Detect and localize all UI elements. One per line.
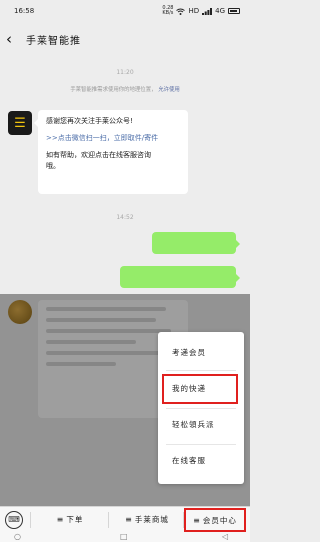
menu-item-member-center[interactable]: ≡ 会员中心	[184, 508, 246, 532]
chat-header: ‹ 手莱智能推	[0, 22, 250, 56]
welcome-line-2: 如有帮助，欢迎点击在线客服咨询	[46, 151, 151, 159]
menu-list-icon: ≡	[56, 515, 65, 524]
outgoing-message	[152, 232, 240, 254]
network-speed: 0.28 KB/s	[162, 6, 173, 16]
network-speed-unit: KB/s	[162, 10, 174, 16]
submenu-item-online-service[interactable]: 在线客服	[158, 446, 244, 476]
chevron-left-icon[interactable]: ‹	[6, 30, 12, 48]
status-time: 16:58	[14, 7, 35, 15]
submenu-item-express-member[interactable]: 考递会员	[158, 338, 244, 368]
menu-divider	[30, 512, 31, 528]
submenu-divider	[166, 408, 236, 409]
allow-location-link[interactable]: 允许使用	[158, 87, 180, 93]
menu-item-mall[interactable]: ≡ 手莱商城	[112, 507, 182, 533]
back-triangle-icon[interactable]: ◁	[222, 532, 228, 542]
system-nav-bar: ○ □ ◁	[0, 532, 250, 542]
member-submenu: 考递会员 我的快递 轻松領兵派 在线客服	[158, 332, 244, 484]
welcome-line-1: 感谢您再次关注手莱公众号!	[46, 117, 133, 125]
menu-divider	[108, 512, 109, 528]
system-note-text: 手莱智能推需求使用你的地理位置，	[70, 87, 157, 93]
official-account-menu: ⌨ ≡ 下单 ≡ 手莱商城 ≡ 会员中心	[0, 506, 250, 532]
timestamp: 11:20	[116, 69, 134, 76]
timestamp: 14:52	[116, 214, 134, 221]
menu-list-icon: ≡	[125, 515, 133, 524]
menu-item-order[interactable]: ≡ 下单	[36, 507, 104, 533]
menu-list-icon: ≡	[193, 516, 201, 525]
menu-item-label: 手莱商城	[134, 515, 169, 524]
home-circle-icon[interactable]: ○	[14, 532, 21, 542]
wifi-icon	[176, 8, 186, 15]
keyboard-icon[interactable]: ⌨	[5, 511, 23, 529]
battery-icon	[228, 8, 240, 14]
network-type: HD	[188, 7, 200, 15]
status-bar: 16:58 0.28 KB/s HD 4G	[0, 0, 250, 22]
signal-icon	[202, 7, 213, 15]
page-title: 手莱智能推	[26, 36, 81, 47]
welcome-message: 感谢您再次关注手莱公众号! >>点击微信扫一扫，立即取件/寄件 如有帮助，欢迎点…	[34, 110, 188, 194]
recent-apps-square-icon[interactable]: □	[120, 532, 128, 542]
outgoing-message	[120, 266, 240, 288]
submenu-item-my-express[interactable]: 我的快递	[162, 374, 238, 404]
submenu-item-easy-pickup[interactable]: 轻松領兵派	[158, 410, 244, 440]
menu-item-label: 下单	[66, 515, 84, 524]
signal-label: 4G	[215, 7, 225, 15]
official-account-avatar[interactable]: ☰	[8, 111, 32, 135]
trigram-logo-icon: ☰	[14, 115, 26, 131]
scan-pickup-link[interactable]: >>点击微信扫一扫，立即取件/寄件	[46, 133, 180, 144]
welcome-line-3: 哦。	[46, 162, 60, 170]
submenu-divider	[166, 370, 236, 371]
status-indicators: 0.28 KB/s HD 4G	[162, 6, 240, 16]
submenu-divider	[166, 444, 236, 445]
system-note: 手莱智能推需求使用你的地理位置， 允许使用	[12, 85, 238, 93]
menu-item-label: 会员中心	[202, 516, 237, 525]
